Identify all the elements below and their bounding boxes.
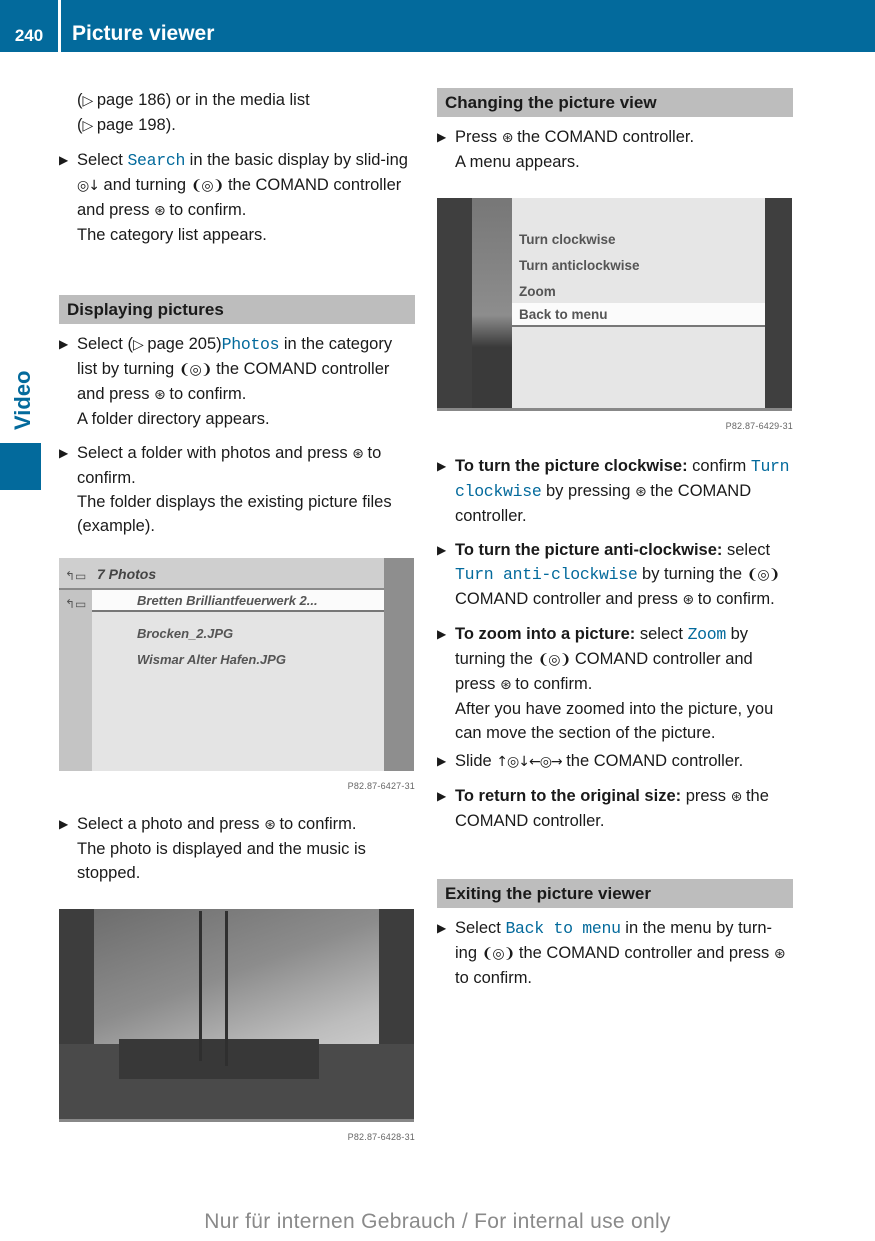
figure-caption: P82.87-6428-31: [347, 1132, 415, 1142]
bullet-arrow-icon: ▶: [437, 921, 447, 935]
page-ref-link[interactable]: page 205): [147, 335, 221, 353]
step-result: After you have zoomed into the picture, …: [455, 700, 774, 742]
file-list: Bretten Brilliantfeuerwerk 2... Brocken_…: [92, 590, 384, 771]
slide-controller-icon: ↑◎↓←◎→: [496, 754, 562, 770]
page-title: Picture viewer: [72, 22, 215, 45]
step-turn-anticlockwise: ▶ To turn the picture anti-clockwise: se…: [437, 538, 793, 612]
bullet-arrow-icon: ▶: [59, 153, 69, 167]
press-controller-icon: ⊛: [634, 484, 647, 500]
keyword-turn-anticlockwise: Turn anti-clockwise: [455, 565, 638, 584]
step-back-to-menu: ▶ Select Back to menu in the menu by tur…: [437, 916, 793, 990]
turn-controller-icon: ❨◎❩: [481, 946, 516, 962]
step-select-folder: ▶ Select a folder with photos and press …: [59, 441, 415, 538]
intro-paragraph: (▷ page 186) or in the media list (▷ pag…: [77, 91, 310, 134]
step-result: The photo is displayed and the music is …: [77, 840, 366, 882]
bullet-arrow-icon: ▶: [437, 543, 447, 557]
folder-title: 7 Photos: [97, 566, 157, 582]
press-controller-icon: ⊛: [730, 789, 743, 805]
page-number: 240: [14, 26, 44, 45]
folder-up-icon: ↰▭: [65, 569, 87, 583]
folder-directory-screenshot: ↰▭ 7 Photos ↰▭ Bretten Brilliantfeuerwer…: [59, 558, 414, 771]
keyword-zoom: Zoom: [687, 625, 727, 644]
step-result: The folder displays the existing picture…: [77, 493, 392, 535]
file-list-item[interactable]: Brocken_2.JPG: [137, 622, 233, 646]
press-controller-icon: ⊛: [154, 387, 166, 403]
step-turn-clockwise: ▶ To turn the picture clockwise: confirm…: [437, 454, 793, 528]
page-ref-link[interactable]: page 186) or in the media list: [97, 91, 310, 109]
menu-item-back-to-menu[interactable]: Back to menu: [512, 303, 765, 327]
keyword-back-to-menu: Back to menu: [505, 919, 621, 938]
file-list-item[interactable]: Bretten Brilliantfeuerwerk 2...: [92, 590, 384, 612]
right-column: Changing the picture view ▶ Press ⊛ the …: [437, 88, 793, 1000]
page-ref-icon: ▷: [82, 93, 94, 109]
bullet-arrow-icon: ▶: [59, 817, 69, 831]
section-heading-changing-view: Changing the picture view: [437, 88, 793, 117]
figure-caption: P82.87-6427-31: [347, 781, 415, 791]
internal-use-footer: Nur für internen Gebrauch / For internal…: [204, 1210, 671, 1233]
press-controller-icon: ⊛: [773, 946, 786, 962]
step-select-photos: ▶ Select (▷ page 205)Photos in the categ…: [59, 332, 415, 431]
turn-controller-icon: ❨◎❩: [537, 652, 572, 668]
step-result: The category list appears.: [77, 226, 267, 244]
press-controller-icon: ⊛: [154, 203, 166, 219]
turn-controller-icon: ❨◎❩: [178, 362, 213, 378]
keyword-search: Search: [127, 151, 186, 170]
press-controller-icon: ⊛: [682, 592, 694, 608]
press-controller-icon: ⊛: [499, 677, 512, 693]
section-heading-exiting: Exiting the picture viewer: [437, 879, 793, 908]
bullet-arrow-icon: ▶: [59, 337, 69, 351]
photo-sky: [94, 909, 379, 1059]
menu-item-turn-anticlockwise[interactable]: Turn anticlockwise: [519, 254, 640, 278]
step-select-search: ▶ Select Search in the basic display by …: [59, 148, 415, 247]
step-original-size: ▶ To return to the original size: press …: [437, 784, 793, 833]
bullet-arrow-icon: ▶: [437, 459, 447, 473]
figure-caption: P82.87-6429-31: [725, 421, 793, 431]
press-controller-icon: ⊛: [264, 817, 276, 833]
turn-controller-icon: ❨◎❩: [746, 567, 781, 583]
folder-right-edge: [384, 558, 414, 771]
picture-menu: Turn clockwise Turn anticlockwise Zoom B…: [512, 198, 765, 411]
menu-item-turn-clockwise[interactable]: Turn clockwise: [519, 228, 616, 252]
step-select-photo: ▶ Select a photo and press ⊛ to confirm.…: [59, 812, 415, 885]
bullet-arrow-icon: ▶: [437, 754, 447, 768]
step-slide: ▶ Slide ↑◎↓←◎→ the COMAND controller.: [437, 749, 793, 774]
picture-menu-screenshot: Turn clockwise Turn anticlockwise Zoom B…: [437, 198, 792, 411]
page-ref-link[interactable]: page 198).: [97, 116, 176, 134]
step-result: A folder directory appears.: [77, 410, 270, 428]
press-controller-icon: ⊛: [352, 446, 364, 462]
bullet-arrow-icon: ▶: [437, 789, 447, 803]
screen-bottom-line: [437, 408, 792, 411]
menu-item-zoom[interactable]: Zoom: [519, 280, 556, 304]
section-heading-displaying-pictures: Displaying pictures: [59, 295, 415, 324]
left-column: (▷ page 186) or in the media list (▷ pag…: [59, 88, 415, 1149]
slide-down-controller-icon: ◎↓: [77, 178, 100, 194]
bullet-arrow-icon: ▶: [59, 446, 69, 460]
menu-background-photo: [472, 198, 512, 411]
photo-display-screenshot: [59, 909, 414, 1122]
folder-sidebar: ↰▭: [59, 590, 92, 771]
back-folder-icon: ↰▭: [65, 597, 87, 611]
photo-mast: [225, 911, 228, 1066]
bullet-arrow-icon: ▶: [437, 627, 447, 641]
step-press-controller: ▶ Press ⊛ the COMAND controller. A menu …: [437, 125, 793, 174]
side-tab-marker: [0, 443, 41, 490]
step-result: A menu appears.: [455, 153, 580, 171]
photo-ship-hull: [119, 1039, 319, 1079]
file-list-item[interactable]: Wismar Alter Hafen.JPG: [137, 648, 286, 672]
bullet-arrow-icon: ▶: [437, 130, 447, 144]
page-ref-icon: ▷: [132, 337, 144, 353]
press-controller-icon: ⊛: [501, 130, 514, 146]
photo-mast: [199, 911, 202, 1061]
header-divider: [58, 0, 61, 52]
side-tab-label: Video: [10, 370, 35, 430]
step-zoom: ▶ To zoom into a picture: select Zoom by…: [437, 622, 793, 745]
turn-controller-icon: ❨◎❩: [190, 178, 225, 194]
screen-bottom-line: [59, 1119, 414, 1122]
folder-header: ↰▭ 7 Photos: [59, 558, 384, 590]
keyword-photos: Photos: [221, 335, 280, 354]
page-ref-icon: ▷: [82, 118, 94, 134]
